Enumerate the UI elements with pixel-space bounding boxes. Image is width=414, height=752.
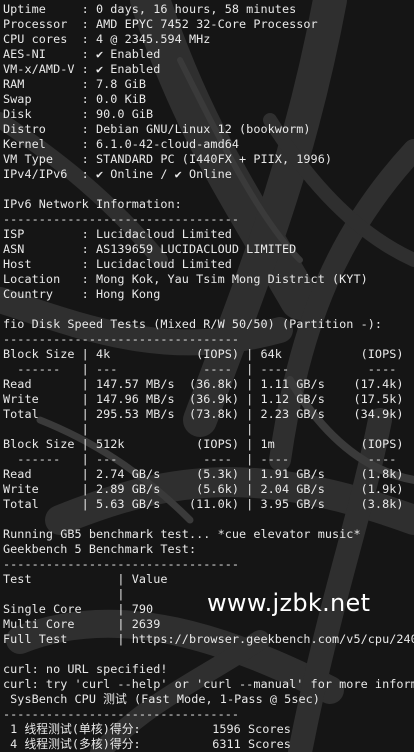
terminal-line: Geekbench 5 Benchmark Test: bbox=[3, 542, 197, 556]
terminal-line: Block Size | 512k (IOPS) | 1m (IOPS) bbox=[3, 437, 404, 451]
terminal-line: VM Type : STANDARD PC (I440FX + PIIX, 19… bbox=[3, 152, 333, 166]
terminal-line: IPv6 Network Information: bbox=[3, 197, 182, 211]
terminal-line: Write | 2.89 GB/s (5.6k) | 2.04 GB/s (1.… bbox=[3, 482, 404, 496]
terminal-line: AES-NI : ✔ Enabled bbox=[3, 47, 161, 61]
terminal-line: --------------------------------- bbox=[3, 332, 240, 346]
terminal-line: Disk : 90.0 GiB bbox=[3, 107, 154, 121]
terminal-line: Total | 5.63 GB/s (11.0k) | 3.95 GB/s (3… bbox=[3, 497, 404, 511]
terminal-line: Read | 2.74 GB/s (5.3k) | 1.91 GB/s (1.8… bbox=[3, 467, 404, 481]
terminal-line: Running GB5 benchmark test... *cue eleva… bbox=[3, 527, 361, 541]
terminal-line: Country : Hong Kong bbox=[3, 287, 161, 301]
terminal-line: Block Size | 4k (IOPS) | 64k (IOPS) bbox=[3, 347, 404, 361]
terminal-line: Full Test | https://browser.geekbench.co… bbox=[3, 632, 414, 646]
terminal-line: fio Disk Speed Tests (Mixed R/W 50/50) (… bbox=[3, 317, 383, 331]
terminal-line: Kernel : 6.1.0-42-cloud-amd64 bbox=[3, 137, 240, 151]
terminal-line: ------ | --- ---- | ---- ---- bbox=[3, 362, 397, 376]
terminal-line: Swap : 0.0 KiB bbox=[3, 92, 147, 106]
terminal-line: Total | 295.53 MB/s (73.8k) | 2.23 GB/s … bbox=[3, 407, 404, 421]
terminal-line: Distro : Debian GNU/Linux 12 (bookworm) bbox=[3, 122, 311, 136]
terminal-output: Uptime : 0 days, 16 hours, 58 minutes Pro… bbox=[3, 2, 414, 752]
terminal-line: 1 线程测试(单核)得分: 1596 Scores bbox=[3, 722, 291, 736]
terminal-line: curl: try 'curl --help' or 'curl --manua… bbox=[3, 677, 414, 691]
terminal-line: Location : Mong Kok, Yau Tsim Mong Distr… bbox=[3, 272, 368, 286]
terminal-line: Test | Value bbox=[3, 572, 168, 586]
terminal-line: RAM : 7.8 GiB bbox=[3, 77, 147, 91]
terminal-line: Processor : AMD EPYC 7452 32-Core Proces… bbox=[3, 17, 318, 31]
terminal-line: CPU cores : 4 @ 2345.594 MHz bbox=[3, 32, 211, 46]
terminal-line: ------ | --- ---- | ---- ---- bbox=[3, 452, 397, 466]
terminal-line: 4 线程测试(多核)得分: 6311 Scores bbox=[3, 737, 291, 751]
terminal-line: Uptime : 0 days, 16 hours, 58 minutes bbox=[3, 2, 297, 16]
terminal-line: IPv4/IPv6 : ✔ Online / ✔ Online bbox=[3, 167, 232, 181]
terminal-line: --------------------------------- bbox=[3, 707, 240, 721]
terminal-line: ISP : Lucidacloud Limited bbox=[3, 227, 232, 241]
terminal-line: VM-x/AMD-V : ✔ Enabled bbox=[3, 62, 161, 76]
terminal-line: Host : Lucidacloud Limited bbox=[3, 257, 232, 271]
terminal-line: ASN : AS139659 LUCIDACLOUD LIMITED bbox=[3, 242, 297, 256]
site-watermark: www.jzbk.net bbox=[207, 589, 371, 617]
terminal-line: | | bbox=[3, 422, 254, 436]
terminal-line: Write | 147.96 MB/s (36.9k) | 1.12 GB/s … bbox=[3, 392, 404, 406]
terminal-line: Read | 147.57 MB/s (36.8k) | 1.11 GB/s (… bbox=[3, 377, 404, 391]
terminal-line: Multi Core | 2639 bbox=[3, 617, 161, 631]
terminal-line: curl: no URL specified! bbox=[3, 662, 168, 676]
terminal-line: SysBench CPU 测试 (Fast Mode, 1-Pass @ 5se… bbox=[3, 692, 320, 706]
terminal-line: --------------------------------- bbox=[3, 212, 240, 226]
terminal-line: --------------------------------- bbox=[3, 557, 240, 571]
